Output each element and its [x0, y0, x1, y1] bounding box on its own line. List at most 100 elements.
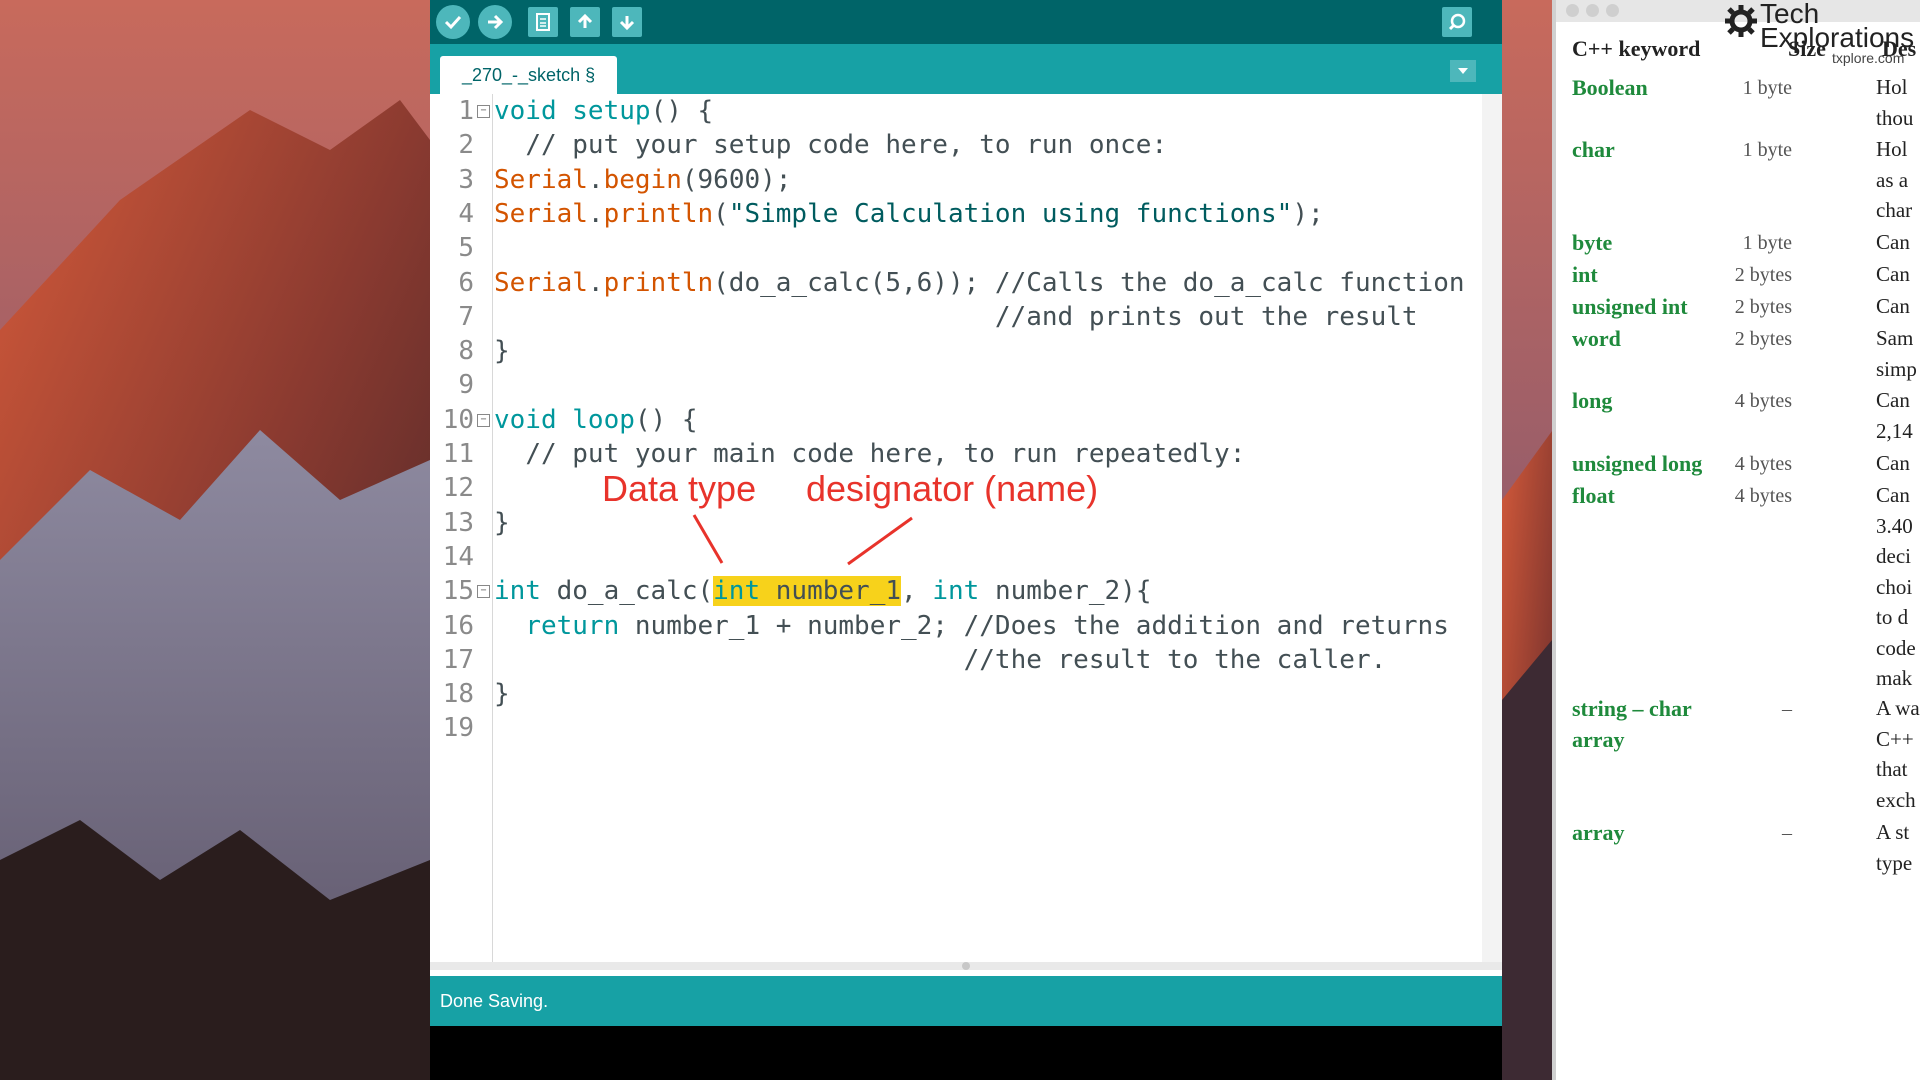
code-line[interactable]: 2 // put your setup code here, to run on… [430, 128, 1470, 162]
code-text: int do_a_calc(int number_1, int number_2… [494, 576, 1152, 607]
line-number: 8 [458, 336, 474, 367]
code-line[interactable]: 4 Serial.println("Simple Calculation usin… [430, 197, 1470, 231]
description-cell: thou [1876, 105, 1914, 130]
code-line[interactable]: 10− void loop() { [430, 403, 1470, 437]
column-header-keyword: C++ keyword [1572, 36, 1701, 61]
code-text: //and prints out the result [994, 301, 1418, 332]
upload-button[interactable] [478, 5, 512, 39]
code-line[interactable]: 15− int do_a_calc(int number_1, int numbe… [430, 574, 1470, 608]
description-cell: type [1876, 850, 1913, 875]
line-number: 3 [458, 164, 474, 195]
code-line[interactable]: 6 Serial.println(do_a_calc(5,6)); //Calls… [430, 266, 1470, 300]
size-cell: 4 bytes [1734, 390, 1792, 412]
keyword-cell: unsigned int [1572, 294, 1688, 319]
description-cell: C++ [1876, 726, 1914, 751]
column-header-size: Size [1788, 36, 1826, 61]
fold-toggle[interactable]: − [477, 585, 490, 599]
line-number: 7 [458, 301, 474, 332]
window-minimize-dot[interactable] [1586, 4, 1599, 17]
code-editor[interactable]: 1− void setup() {2 // put your setup code… [430, 94, 1502, 962]
description-cell: Hol [1876, 75, 1908, 99]
size-cell: 1 byte [1742, 139, 1792, 161]
code-line[interactable]: 3 Serial.begin(9600); [430, 163, 1470, 197]
tab-menu-button[interactable] [1450, 60, 1476, 82]
vertical-scrollbar[interactable] [1482, 94, 1502, 962]
scroll-handle[interactable] [962, 962, 970, 970]
description-cell: mak [1876, 666, 1913, 690]
keyword-cell: array [1572, 727, 1625, 752]
code-line[interactable]: 18} [430, 677, 1470, 711]
code-text: // put your main code here, to run repea… [525, 439, 1246, 469]
code-text: Serial.println("Simple Calculation using… [494, 198, 1324, 229]
line-number: 6 [458, 267, 474, 298]
line-number: 4 [458, 198, 474, 229]
description-cell: Sam [1876, 326, 1914, 350]
arrow-up-icon [577, 13, 593, 28]
line-number: 19 [442, 713, 474, 744]
fold-toggle[interactable]: − [477, 105, 490, 118]
code-line[interactable]: 5 [430, 231, 1470, 265]
line-number: 15 [442, 576, 474, 607]
keyword-cell: byte [1572, 230, 1613, 255]
description-cell: A st [1876, 820, 1910, 844]
save-button[interactable] [612, 7, 642, 37]
magnifier-icon [1448, 13, 1466, 31]
code-text: Serial.begin(9600); [494, 164, 792, 195]
code-line[interactable]: 9 [430, 368, 1470, 402]
tab-bar: _270_-_sketch § [430, 44, 1502, 94]
keyword-cell: char [1572, 137, 1615, 162]
line-number: 18 [442, 679, 474, 710]
code-line[interactable]: 16 return number_1 + number_2; //Does th… [430, 609, 1470, 643]
reference-panel: Tech Explorations txplore.com C++ keywor… [1552, 0, 1920, 1080]
line-number: 12 [442, 473, 474, 504]
horizontal-scrollbar[interactable] [430, 962, 1502, 970]
description-cell: Can [1876, 294, 1910, 318]
code-line[interactable]: 7 //and prints out the result [430, 300, 1470, 334]
verify-button[interactable] [436, 5, 470, 39]
size-cell: 4 bytes [1734, 485, 1792, 507]
line-number: 2 [458, 130, 474, 161]
code-line[interactable]: 14 [430, 540, 1470, 574]
new-sketch-button[interactable] [528, 7, 558, 37]
code-line[interactable]: 17 //the result to the caller. [430, 643, 1470, 677]
chevron-down-icon [1458, 68, 1468, 74]
open-button[interactable] [570, 7, 600, 37]
size-cell: – [1782, 698, 1792, 720]
keyword-cell: unsigned long [1572, 451, 1703, 476]
window-close-dot[interactable] [1566, 4, 1579, 17]
description-cell: Can [1876, 483, 1910, 507]
code-line[interactable]: 12 [430, 471, 1470, 505]
code-line[interactable]: 19 [430, 711, 1470, 745]
code-line[interactable]: 13} [430, 506, 1470, 540]
code-text: } [494, 679, 510, 710]
code-text: void setup() { [494, 96, 714, 126]
line-number: 11 [442, 439, 474, 469]
arrow-right-icon [488, 14, 504, 30]
code-text: } [494, 507, 510, 538]
line-number: 1 [458, 96, 474, 126]
code-line[interactable]: 11 // put your main code here, to run re… [430, 437, 1470, 471]
description-cell: Can [1876, 451, 1910, 475]
tab-sketch[interactable]: _270_-_sketch § [440, 56, 618, 94]
serial-monitor-button[interactable] [1442, 7, 1472, 37]
fold-toggle[interactable]: − [477, 413, 490, 427]
code-line[interactable]: 8} [430, 334, 1470, 368]
keyword-cell: Boolean [1572, 75, 1648, 100]
keyword-cell: int [1572, 262, 1598, 287]
size-cell: 1 byte [1742, 232, 1792, 254]
line-number: 10 [442, 404, 474, 435]
document-icon [536, 13, 550, 31]
description-cell: as a [1876, 167, 1909, 192]
line-number: 9 [458, 370, 474, 401]
keyword-cell: string – char [1572, 696, 1692, 721]
description-cell: Hol [1876, 137, 1908, 161]
size-cell: 1 byte [1742, 77, 1792, 99]
window-zoom-dot[interactable] [1606, 4, 1619, 17]
code-line[interactable]: 1− void setup() { [430, 94, 1470, 128]
description-cell: Can [1876, 388, 1910, 412]
code-text: void loop() { [494, 404, 698, 435]
code-text: // put your setup code here, to run once… [525, 130, 1168, 161]
size-cell: – [1782, 822, 1792, 844]
size-cell: 2 bytes [1734, 328, 1792, 350]
description-cell: exch [1876, 787, 1916, 812]
